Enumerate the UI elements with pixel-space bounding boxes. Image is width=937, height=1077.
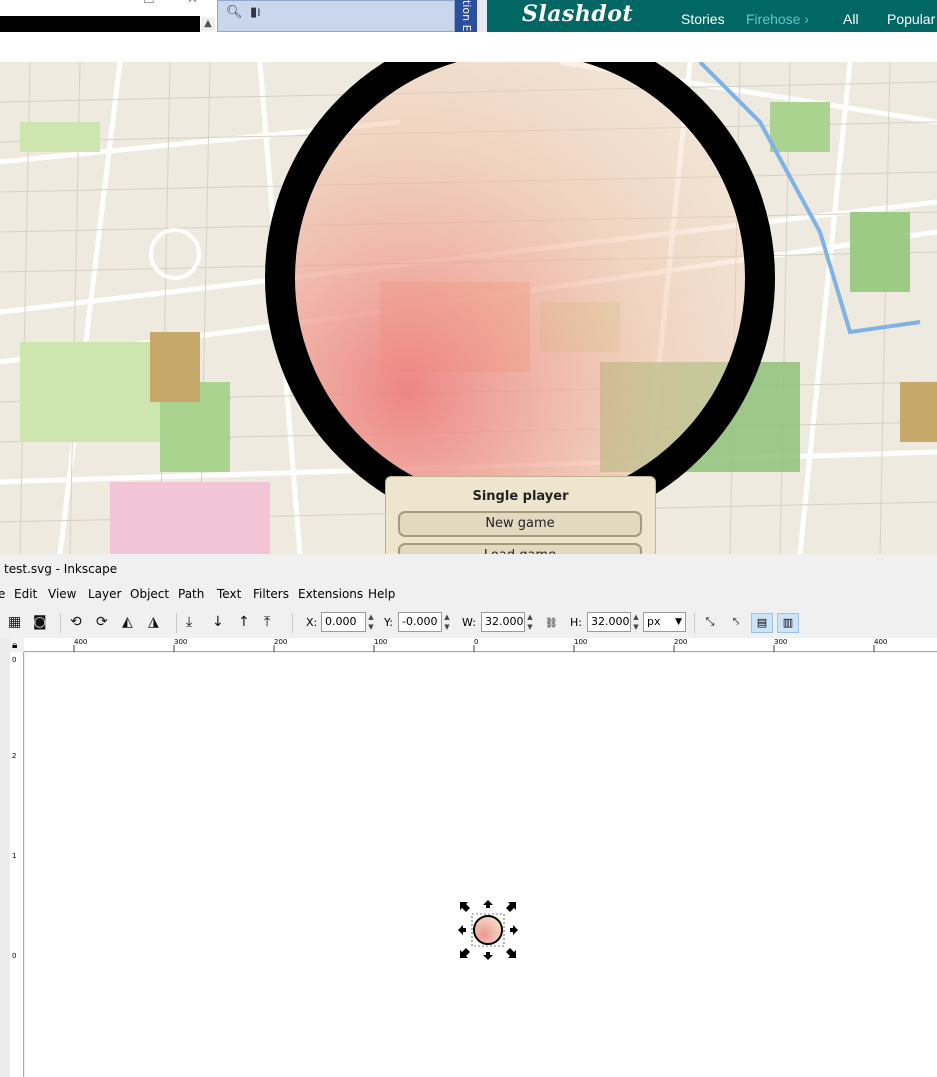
window-title: test.svg - Inkscape xyxy=(4,562,118,576)
x-field[interactable]: 0.000 xyxy=(321,612,366,632)
game-map[interactable]: Single player New game Load game xyxy=(0,62,937,554)
map-district xyxy=(110,482,270,554)
nav-popular[interactable]: Popular xyxy=(887,11,935,27)
scale-corners-icon[interactable]: ⤣ xyxy=(725,613,747,633)
maximize-button[interactable]: ☐ xyxy=(143,0,155,7)
move-patterns-icon[interactable]: ▥ xyxy=(777,613,799,633)
unit-value: px xyxy=(647,615,661,628)
h-label: H: xyxy=(570,616,582,629)
menu-file-edge[interactable]: e xyxy=(0,587,5,601)
nav-firehose[interactable]: Firehose › xyxy=(746,11,809,27)
y-spinner-icon[interactable]: ▲ ▼ xyxy=(442,612,452,632)
panel-gap xyxy=(477,0,487,32)
vruler-tick: 0 xyxy=(12,656,17,664)
separator xyxy=(694,613,695,633)
stats-icon[interactable]: ▮ı xyxy=(250,5,261,20)
slashdot-logo[interactable]: Slashdot xyxy=(522,1,633,27)
unit-select[interactable]: px ▼ xyxy=(643,612,686,632)
y-label: Y: xyxy=(384,616,393,629)
dark-window-area xyxy=(0,16,200,32)
nav-all[interactable]: All xyxy=(843,11,859,27)
menu-help[interactable]: Help xyxy=(368,587,395,601)
x-spinner-icon[interactable]: ▲ ▼ xyxy=(366,612,376,632)
tool-controls-bar: ▦ ◙ ⟲ ⟳ ◭ ◮ ⤓ ↓ ↑ ⤒ X: 0.000 ▲ ▼ Y: -0.00… xyxy=(0,610,937,636)
new-game-button[interactable]: New game xyxy=(398,511,642,537)
menu-text[interactable]: Text xyxy=(217,587,241,601)
chevron-down-icon: ▼ xyxy=(675,617,682,627)
vertical-ruler[interactable]: 0 2 1 0 xyxy=(10,652,24,1077)
flip-horizontal-icon[interactable]: ◭ xyxy=(122,614,133,630)
vruler-tick: 2 xyxy=(12,752,17,760)
menu-filters[interactable]: Filters xyxy=(253,587,289,601)
nav-stories[interactable]: Stories xyxy=(681,11,725,27)
x-label: X: xyxy=(306,616,318,629)
horizontal-ruler[interactable]: 400 300 200 100 0 100 200 300 400 xyxy=(24,638,937,652)
menu-title: Single player xyxy=(472,489,569,504)
flip-vertical-icon[interactable]: ◮ xyxy=(148,614,159,630)
slashdot-header: Slashdot Stories Firehose › All Popular xyxy=(487,0,937,32)
width-field[interactable]: 32.000 xyxy=(481,612,525,632)
separator xyxy=(176,613,177,633)
ruler-ticks-svg xyxy=(73,645,875,652)
h-spinner-icon[interactable]: ▲ ▼ xyxy=(631,612,641,632)
inkscape-window: test.svg - Inkscape e Edit View Layer Ob… xyxy=(0,554,937,1077)
lower-to-bottom-icon[interactable]: ⤓ xyxy=(186,614,192,630)
minimize-button[interactable]: – xyxy=(97,0,104,7)
y-field[interactable]: -0.000 xyxy=(398,612,442,632)
menu-layer[interactable]: Layer xyxy=(88,587,121,601)
toolbox[interactable] xyxy=(0,638,10,1077)
scroll-up-arrow-icon[interactable]: ▲ xyxy=(201,17,215,31)
rotate-cw-icon[interactable]: ⟳ xyxy=(96,614,108,630)
raise-icon[interactable]: ↑ xyxy=(238,614,250,630)
lock-ratio-icon[interactable]: ⛓︎ xyxy=(545,616,558,632)
close-window-button[interactable]: ✕ xyxy=(187,0,198,7)
side-tab-label: tion E xyxy=(460,0,473,32)
separator xyxy=(292,613,293,633)
raise-to-top-icon[interactable]: ⤒ xyxy=(264,614,270,630)
height-field[interactable]: 32.000 xyxy=(587,612,631,632)
menu-bar: e Edit View Layer Object Path Text Filte… xyxy=(0,587,937,605)
separator xyxy=(60,613,61,633)
menu-object[interactable]: Object xyxy=(130,587,169,601)
lower-icon[interactable]: ↓ xyxy=(212,614,224,630)
menu-view[interactable]: View xyxy=(48,587,76,601)
side-tab[interactable]: tion E xyxy=(455,0,477,32)
zoom-icon[interactable]: 🔍︎ xyxy=(226,5,243,20)
single-player-menu: Single player New game Load game xyxy=(385,476,656,554)
menu-edit[interactable]: Edit xyxy=(14,587,37,601)
menu-extensions[interactable]: Extensions xyxy=(298,587,363,601)
drawing-canvas[interactable] xyxy=(25,653,937,1077)
vruler-tick: 0 xyxy=(12,952,17,960)
load-game-button[interactable]: Load game xyxy=(398,543,642,554)
rotate-ccw-icon[interactable]: ⟲ xyxy=(70,614,82,630)
task-panel: 🔍︎ ▮ı xyxy=(217,0,455,32)
select-all-icon[interactable]: ▦ xyxy=(8,614,21,630)
select-all-layers-icon[interactable]: ◙ xyxy=(33,614,47,630)
view-area xyxy=(295,62,745,503)
selected-circle-object[interactable] xyxy=(458,900,518,960)
menu-path[interactable]: Path xyxy=(178,587,204,601)
vruler-tick: 1 xyxy=(12,852,17,860)
guide-lock-icon[interactable]: 🔒︎ xyxy=(12,640,17,651)
scale-stroke-icon[interactable]: ⤡ xyxy=(699,613,721,633)
w-spinner-icon[interactable]: ▲ ▼ xyxy=(525,612,535,632)
move-gradients-icon[interactable]: ▤ xyxy=(751,613,773,633)
w-label: W: xyxy=(462,616,476,629)
